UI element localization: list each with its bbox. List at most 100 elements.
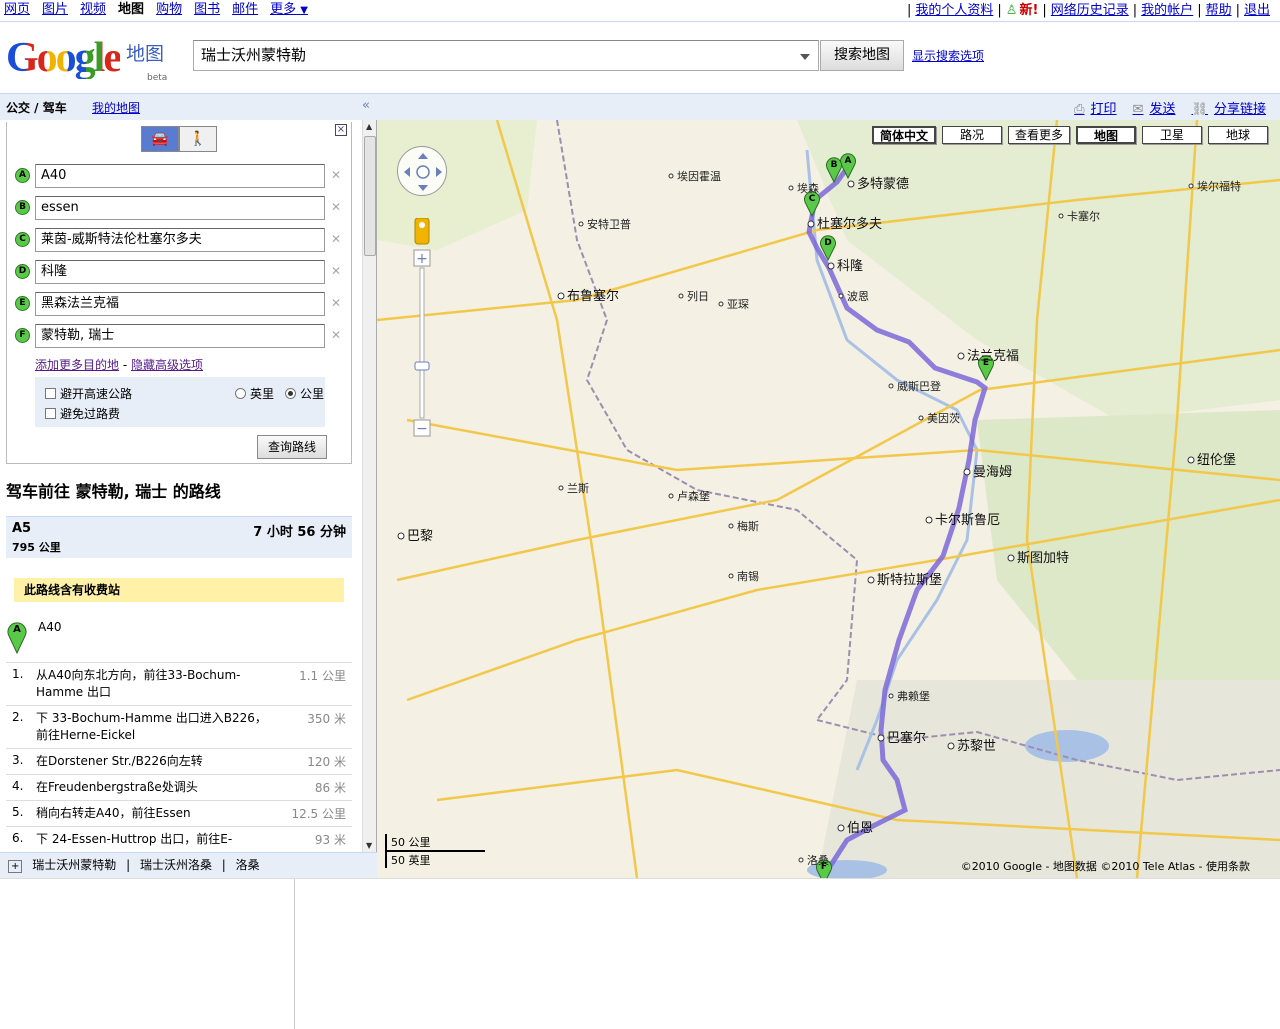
marker-b-icon[interactable]: B	[15, 200, 30, 215]
remove-waypoint-icon[interactable]: ✕	[331, 296, 341, 310]
search-maps-button[interactable]: 搜索地图	[820, 40, 904, 71]
map-button[interactable]: 地图	[1076, 126, 1136, 144]
profile-link[interactable]: 我的个人资料	[915, 3, 993, 19]
city-label[interactable]: 多特蒙德	[857, 176, 909, 192]
satellite-button[interactable]: 卫星	[1142, 126, 1202, 144]
city-label[interactable]: 列日	[687, 289, 709, 303]
city-label[interactable]: 埃因霍温	[677, 169, 721, 183]
nav-shopping[interactable]: 购物	[156, 1, 182, 20]
more-button[interactable]: 查看更多	[1007, 126, 1070, 144]
hide-options-link[interactable]: 隐藏高级选项	[131, 358, 203, 372]
waypoint-f-input[interactable]: 蒙特勒, 瑞士	[35, 324, 325, 348]
send-link[interactable]: ✉ 发送	[1133, 98, 1176, 117]
city-label[interactable]: 威斯巴登	[897, 379, 941, 393]
remove-waypoint-icon[interactable]: ✕	[331, 200, 341, 214]
city-label[interactable]: 卡尔斯鲁厄	[935, 513, 1000, 528]
waypoint-b-input[interactable]: essen	[35, 196, 325, 220]
direction-step[interactable]: 2. 下 33-Bochum-Hamme 出口进入B226，前往Herne-Ei…	[6, 705, 352, 748]
remove-waypoint-icon[interactable]: ✕	[331, 168, 341, 182]
add-destination-link[interactable]: 添加更多目的地	[35, 358, 119, 372]
nav-web[interactable]: 网页	[4, 1, 30, 20]
unit-miles-radio[interactable]	[235, 388, 246, 399]
city-label[interactable]: 巴黎	[407, 529, 433, 544]
city-label[interactable]: 布鲁塞尔	[567, 288, 619, 304]
scroll-up-icon[interactable]: ▲	[366, 122, 372, 131]
tab-directions[interactable]: 公交 / 驾车	[6, 99, 67, 116]
city-label[interactable]: 斯图加特	[1017, 551, 1069, 566]
collapse-panel-icon[interactable]: «	[362, 98, 370, 113]
related-place-link[interactable]: 瑞士沃州洛桑	[140, 858, 212, 872]
print-link[interactable]: ⎙ 打印	[1074, 98, 1116, 117]
signout-link[interactable]: 退出	[1244, 3, 1270, 19]
direction-step[interactable]: 5. 稍向右转走A40，前往Essen 12.5 公里	[6, 800, 352, 826]
city-label[interactable]: 埃尔福特	[1197, 179, 1241, 193]
city-label[interactable]: 伯恩	[847, 821, 873, 836]
avoid-tolls-checkbox[interactable]	[45, 408, 56, 419]
city-label[interactable]: 弗赖堡	[897, 689, 930, 703]
avoid-highways-checkbox[interactable]	[45, 388, 56, 399]
expand-icon[interactable]: +	[8, 860, 23, 873]
map-canvas[interactable]: A B C D E F 多特蒙德 杜塞尔多夫 科隆 波恩 法兰克福 曼海姆 卡尔斯鲁厄 斯特拉…	[377, 120, 1280, 878]
city-label[interactable]: 巴塞尔	[887, 730, 926, 746]
search-input[interactable]: 瑞士沃州蒙特勒	[193, 40, 819, 71]
waypoint-d-input[interactable]: 科隆	[35, 260, 325, 284]
marker-c-icon[interactable]: C	[15, 232, 30, 247]
nav-books[interactable]: 图书	[194, 1, 220, 20]
google-maps-logo[interactable]: Google 地图 beta	[6, 37, 167, 83]
scrollbar-thumb[interactable]	[364, 136, 376, 256]
language-button[interactable]: 简体中文	[871, 126, 936, 144]
city-label[interactable]: 杜塞尔多夫	[817, 216, 882, 232]
city-label[interactable]: 斯特拉斯堡	[877, 572, 942, 588]
related-place-link[interactable]: 瑞士沃州蒙特勒	[32, 858, 116, 872]
panel-scrollbar[interactable]: ▲ ▼	[362, 120, 376, 852]
direction-step[interactable]: 6. 下 24-Essen-Huttrop 出口，前往E- 93 米	[6, 826, 352, 852]
account-link[interactable]: 我的帐户	[1141, 3, 1193, 19]
zoom-slider[interactable]: + −	[413, 217, 431, 448]
city-label[interactable]: 卡塞尔	[1067, 209, 1100, 223]
city-label[interactable]: 美因茨	[927, 411, 960, 425]
nav-images[interactable]: 图片	[42, 1, 68, 20]
city-label[interactable]: 兰斯	[567, 482, 589, 495]
unit-km-radio[interactable]	[285, 388, 296, 399]
nav-mail[interactable]: 邮件	[232, 1, 258, 20]
direction-step[interactable]: 4. 在Freudenbergstraße处调头 86 米	[6, 774, 352, 800]
traffic-button[interactable]: 路况	[941, 126, 1002, 144]
city-label[interactable]: 纽伦堡	[1197, 452, 1236, 468]
close-icon[interactable]: ×	[335, 124, 347, 136]
city-label[interactable]: 安特卫普	[587, 217, 631, 231]
waypoint-e-input[interactable]: 黑森法兰克福	[35, 292, 325, 316]
city-label[interactable]: 苏黎世	[957, 738, 996, 754]
city-label[interactable]: 波恩	[847, 290, 869, 303]
waypoint-a-input[interactable]: A40	[35, 164, 325, 188]
city-label[interactable]: 梅斯	[737, 519, 759, 533]
marker-e-icon[interactable]: E	[15, 296, 30, 311]
earth-button[interactable]: 地球	[1208, 126, 1268, 144]
city-label[interactable]: 法兰克福	[967, 349, 1019, 364]
walk-mode-button[interactable]: 🚶	[179, 126, 217, 152]
nav-more[interactable]: 更多 ▼	[270, 1, 308, 20]
direction-step[interactable]: 3. 在Dorstener Str./B226向左转 120 米	[6, 748, 352, 774]
scroll-down-icon[interactable]: ▼	[366, 841, 372, 850]
help-link[interactable]: 帮助	[1206, 3, 1232, 19]
pan-control[interactable]	[397, 146, 447, 196]
city-label[interactable]: 南锡	[737, 569, 759, 583]
city-label[interactable]: 亚琛	[727, 298, 749, 311]
marker-d-icon[interactable]: D	[15, 264, 30, 279]
share-link[interactable]: ⛓ 分享链接	[1191, 98, 1266, 117]
marker-f-icon[interactable]: F	[15, 328, 30, 343]
city-label[interactable]: 卢森堡	[677, 489, 710, 503]
city-label[interactable]: 洛桑	[807, 853, 829, 867]
remove-waypoint-icon[interactable]: ✕	[331, 328, 341, 342]
remove-waypoint-icon[interactable]: ✕	[331, 264, 341, 278]
history-link[interactable]: 网络历史记录	[1051, 3, 1129, 19]
waypoint-c-input[interactable]: 莱茵-威斯特法伦杜塞尔多夫	[35, 228, 325, 252]
route-summary[interactable]: A5 795 公里 7 小时 56 分钟	[6, 516, 352, 558]
nav-video[interactable]: 视频	[80, 1, 106, 20]
related-place-link[interactable]: 洛桑	[236, 858, 260, 872]
city-label[interactable]: 埃森	[797, 181, 819, 195]
new-badge[interactable]: 新!	[1019, 3, 1038, 19]
remove-waypoint-icon[interactable]: ✕	[331, 232, 341, 246]
city-label[interactable]: 科隆	[837, 259, 863, 274]
show-search-options-link[interactable]: 显示搜索选项	[912, 47, 984, 64]
city-label[interactable]: 曼海姆	[973, 465, 1012, 480]
